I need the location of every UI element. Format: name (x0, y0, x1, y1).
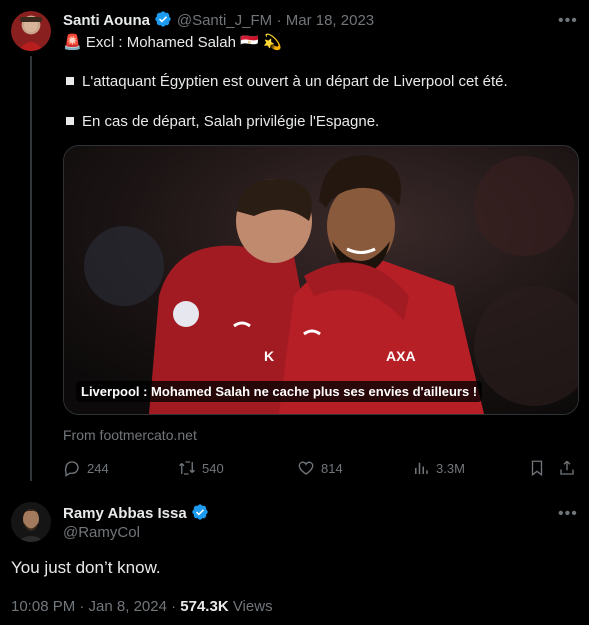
retweet-button[interactable]: 540 (178, 459, 224, 477)
more-icon[interactable]: ••• (558, 12, 578, 30)
share-button[interactable] (558, 459, 576, 477)
bookmark-button[interactable] (528, 459, 546, 477)
verified-icon (154, 10, 172, 33)
reply-button[interactable]: 244 (63, 459, 109, 477)
reply-author-name[interactable]: Ramy Abbas Issa (63, 505, 187, 522)
views-number: 574.3K (180, 598, 229, 615)
views-icon (415, 462, 428, 474)
avatar-santi[interactable] (11, 11, 51, 51)
reply-handle[interactable]: @RamyCol (63, 524, 140, 541)
reply-text: You just don’t know. (11, 558, 161, 577)
bullet-2-text: En cas de départ, Salah privilégie l'Esp… (82, 113, 380, 130)
link-source[interactable]: From footmercato.net (63, 427, 197, 443)
reply-meta: 10:08 PM · Jan 8, 2024 · 574.3K Views (11, 598, 273, 615)
verified-icon (191, 503, 209, 526)
reply-count: 244 (87, 460, 109, 476)
tweet-headline: 🚨 Excl : Mohamed Salah 🇪🇬 💫 (63, 33, 282, 53)
flag-emojis: 🇪🇬 💫 (240, 34, 282, 51)
bullet-1-text: L'attaquant Égyptien est ouvert à un dép… (82, 73, 508, 90)
players-photo: AXA K (64, 146, 578, 414)
avatar-ramy-image (11, 502, 51, 542)
avatar-ramy[interactable] (11, 502, 51, 542)
bullet-2: En cas de départ, Salah privilégie l'Esp… (66, 112, 379, 132)
views-label: Views (232, 598, 273, 615)
reply-icon (64, 461, 79, 477)
author-name[interactable]: Santi Aouna (63, 12, 150, 29)
retweet-count: 540 (202, 460, 224, 476)
siren-emoji: 🚨 (63, 34, 82, 51)
bookmark-icon (531, 460, 543, 477)
tweet-date[interactable]: · Mar 18, 2023 (277, 12, 375, 29)
bullet-icon (66, 117, 74, 125)
tweet-header: Santi Aouna @Santi_J_FM · Mar 18, 2023 (63, 10, 374, 33)
svg-text:K: K (264, 348, 274, 364)
views-count: 3.3M (436, 460, 465, 476)
like-button[interactable]: 814 (297, 459, 343, 477)
link-card-image[interactable]: AXA K Liverpool : Mohamed Salah ne cache… (63, 145, 579, 415)
more-icon[interactable]: ••• (558, 505, 578, 523)
headline-text: Excl : Mohamed Salah (85, 34, 236, 51)
share-icon (560, 460, 574, 475)
svg-text:AXA: AXA (386, 348, 416, 364)
reply-time[interactable]: 10:08 PM · Jan 8, 2024 · (11, 598, 176, 615)
like-icon (298, 461, 314, 475)
like-count: 814 (321, 460, 343, 476)
bullet-icon (66, 77, 74, 85)
bullet-1: L'attaquant Égyptien est ouvert à un dép… (66, 72, 508, 92)
views-button[interactable]: 3.3M (412, 459, 465, 477)
thread-line (30, 56, 32, 481)
reply-header: Ramy Abbas Issa (63, 503, 209, 526)
avatar-santi-image (18, 17, 44, 51)
media-caption: Liverpool : Mohamed Salah ne cache plus … (76, 381, 483, 402)
author-handle[interactable]: @Santi_J_FM (177, 12, 272, 29)
retweet-icon (179, 461, 195, 475)
